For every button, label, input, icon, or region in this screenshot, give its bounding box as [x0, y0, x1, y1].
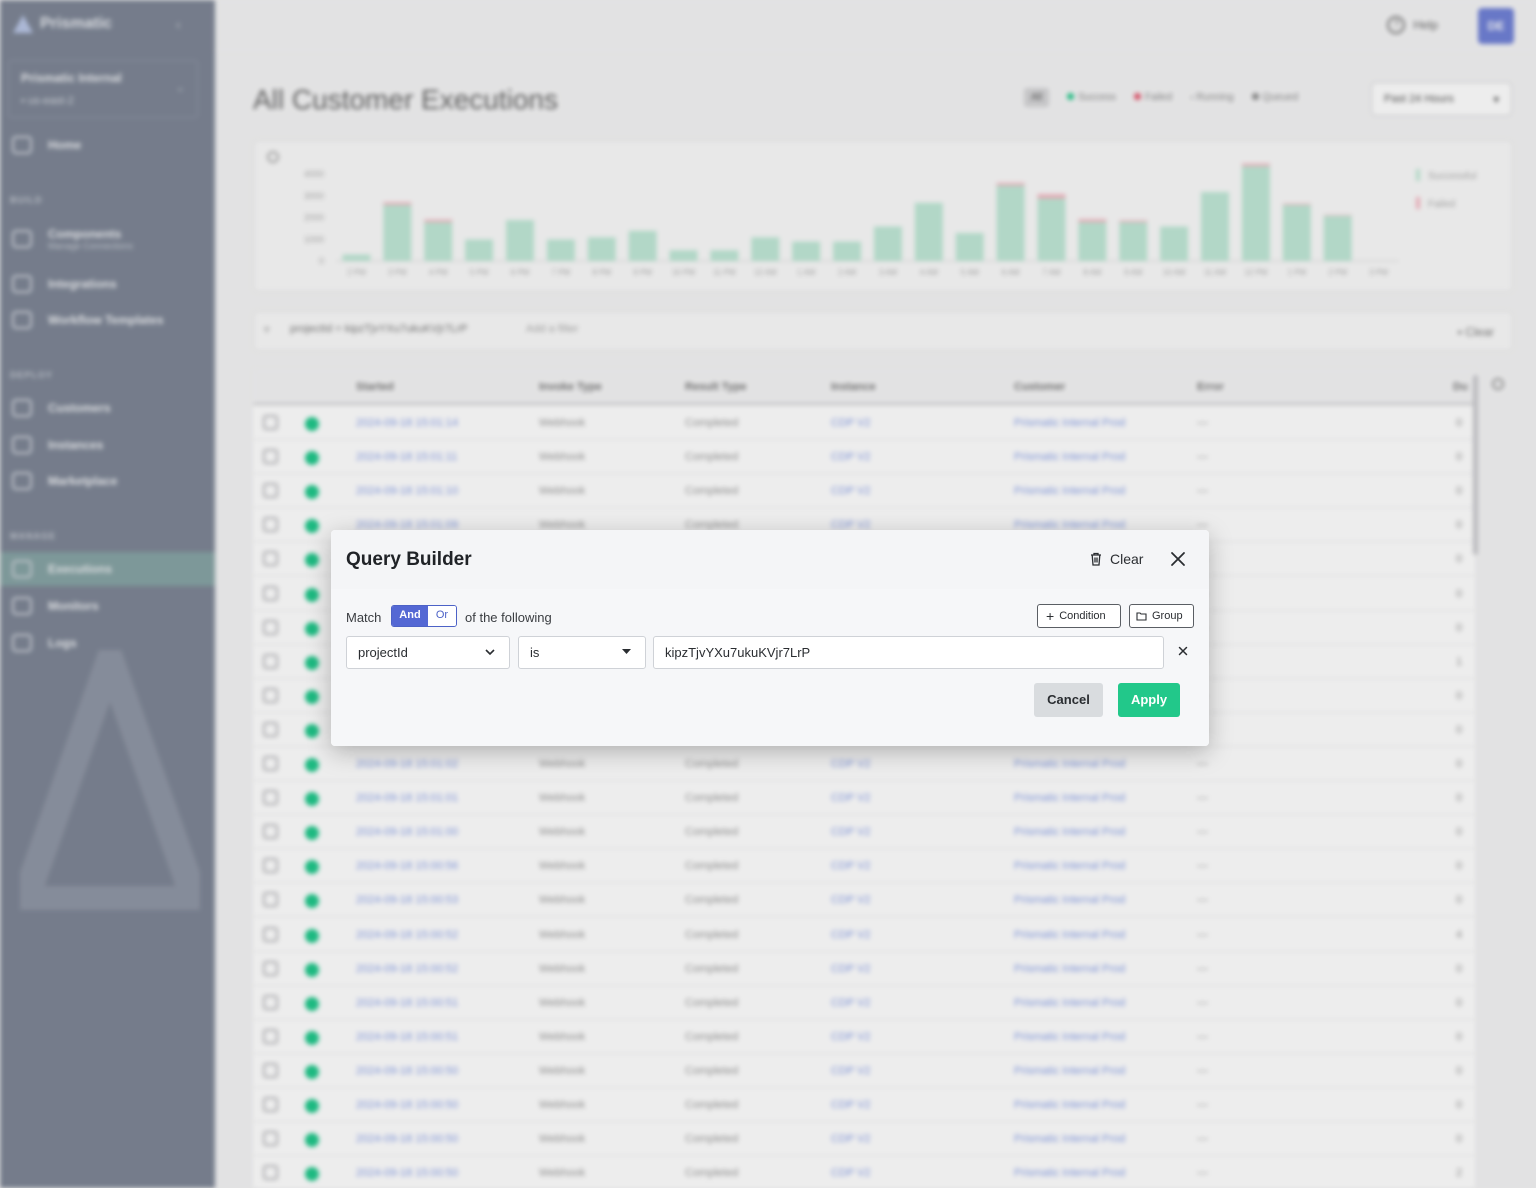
operator-select[interactable]: is	[518, 636, 646, 669]
of-following-label: of the following	[465, 610, 552, 625]
trash-icon	[1091, 552, 1101, 566]
or-toggle-button[interactable]: Or	[428, 606, 456, 626]
folder-icon	[1136, 612, 1147, 621]
remove-condition-icon[interactable]	[1176, 644, 1190, 658]
plus-icon: +	[1046, 608, 1055, 624]
field-select[interactable]: projectId	[346, 636, 510, 669]
group-label: Group	[1152, 610, 1183, 622]
chevron-down-icon	[485, 649, 495, 656]
modal-header: Query Builder Clear	[331, 530, 1209, 589]
modal-title: Query Builder	[346, 549, 472, 570]
cancel-button[interactable]: Cancel	[1034, 683, 1103, 717]
query-builder-modal: Query Builder Clear Match And Or of the …	[331, 530, 1209, 746]
field-select-value: projectId	[358, 645, 408, 660]
add-condition-button[interactable]: + Condition	[1037, 604, 1121, 628]
modal-body: Match And Or of the following + Conditio…	[331, 589, 1209, 746]
clear-button[interactable]: Clear	[1090, 551, 1143, 567]
operator-select-value: is	[530, 645, 540, 660]
and-toggle-button[interactable]: And	[392, 606, 428, 626]
caret-down-icon	[622, 649, 631, 654]
apply-button[interactable]: Apply	[1118, 683, 1180, 717]
close-icon[interactable]	[1169, 550, 1187, 568]
clear-label: Clear	[1110, 551, 1144, 567]
add-group-button[interactable]: Group	[1129, 604, 1194, 628]
and-or-toggle[interactable]: And Or	[391, 605, 457, 627]
match-label: Match	[346, 610, 382, 625]
condition-label: Condition	[1059, 610, 1106, 622]
value-input[interactable]	[653, 636, 1164, 669]
